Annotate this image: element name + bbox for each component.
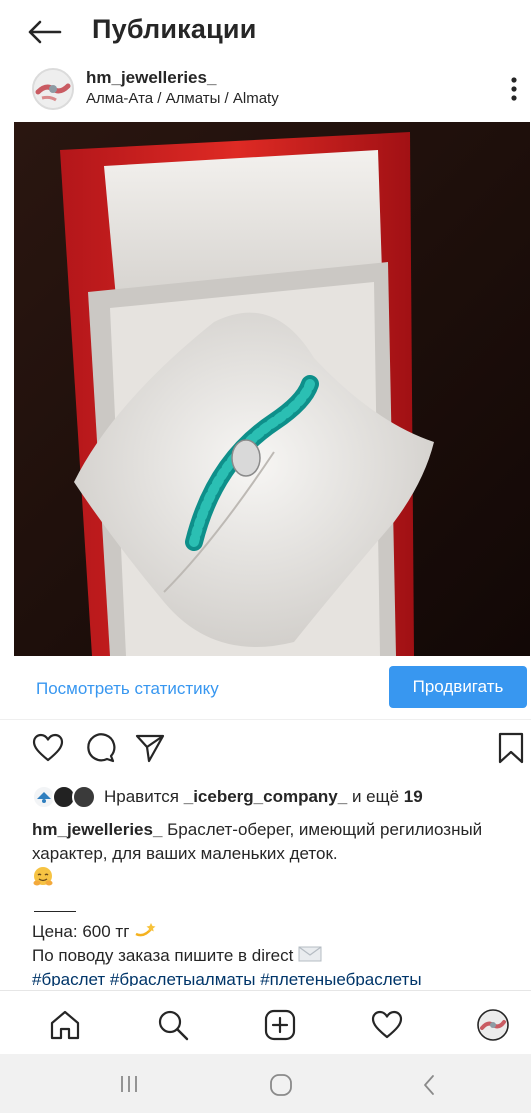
search-icon — [158, 1010, 189, 1041]
post-photo[interactable] — [14, 122, 530, 656]
add-post-icon — [264, 1009, 296, 1041]
share-button[interactable] — [134, 732, 166, 764]
heart-icon — [371, 1010, 403, 1039]
recent-apps-button[interactable] — [118, 1073, 140, 1100]
promote-button[interactable]: Продвигать — [389, 666, 527, 708]
post-username[interactable]: hm_jewelleries_ — [86, 68, 216, 88]
recent-apps-icon — [121, 1076, 137, 1092]
caption-divider — [34, 911, 76, 912]
system-home-button[interactable] — [268, 1073, 294, 1102]
page-title: Публикации — [92, 14, 257, 44]
liker-username[interactable]: _iceberg_company_ — [184, 787, 347, 806]
top-bar: Публикации — [0, 0, 531, 62]
comment-icon — [87, 733, 116, 763]
arrow-left-icon — [28, 20, 62, 44]
caption-username[interactable]: hm_jewelleries_ — [32, 820, 162, 839]
likes-summary[interactable]: Нравится _iceberg_company_ и ещё 19 — [32, 784, 423, 810]
nav-add-post-button[interactable] — [263, 1008, 297, 1042]
caption-price: Цена: 600 тг — [32, 920, 156, 945]
liker-avatar — [72, 785, 96, 809]
dizzy-emoji — [134, 920, 156, 945]
nav-search-button[interactable] — [156, 1008, 190, 1042]
save-button[interactable] — [496, 732, 528, 764]
liker-avatars — [32, 785, 98, 809]
heart-icon — [32, 733, 64, 762]
view-statistics-link[interactable]: Посмотреть статистику — [36, 679, 219, 699]
envelope-emoji — [298, 945, 322, 969]
nav-activity-button[interactable] — [370, 1008, 404, 1042]
paper-plane-icon — [135, 734, 165, 763]
nav-profile-button[interactable] — [476, 1008, 510, 1042]
more-options-button[interactable] — [503, 76, 525, 102]
home-circle-icon — [270, 1074, 292, 1096]
profile-avatar — [477, 1009, 509, 1041]
post-caption: hm_jewelleries_ Браслет-оберег, имеющий … — [32, 818, 524, 895]
post-location[interactable]: Алма-Ата / Алматы / Almaty — [86, 90, 279, 107]
caption-hashtags[interactable]: #браслет #браслетыалматы #плетеныебрасле… — [32, 968, 422, 986]
back-button[interactable] — [26, 16, 66, 48]
like-button[interactable] — [32, 732, 64, 764]
system-navigation-bar — [0, 1054, 531, 1113]
system-back-button[interactable] — [420, 1073, 438, 1102]
more-vertical-icon — [511, 77, 517, 101]
comment-button[interactable] — [84, 732, 116, 764]
bookmark-icon — [498, 732, 524, 764]
hugging-face-emoji — [32, 866, 54, 895]
nav-home-button[interactable] — [48, 1008, 82, 1042]
likes-count[interactable]: 19 — [404, 787, 423, 806]
post-author-avatar[interactable] — [32, 68, 74, 110]
caption-order-info: По поводу заказа пишите в direct — [32, 944, 322, 969]
likes-text: Нравится _iceberg_company_ и ещё 19 — [104, 787, 423, 806]
back-chevron-icon — [424, 1075, 434, 1095]
home-icon — [50, 1010, 80, 1040]
